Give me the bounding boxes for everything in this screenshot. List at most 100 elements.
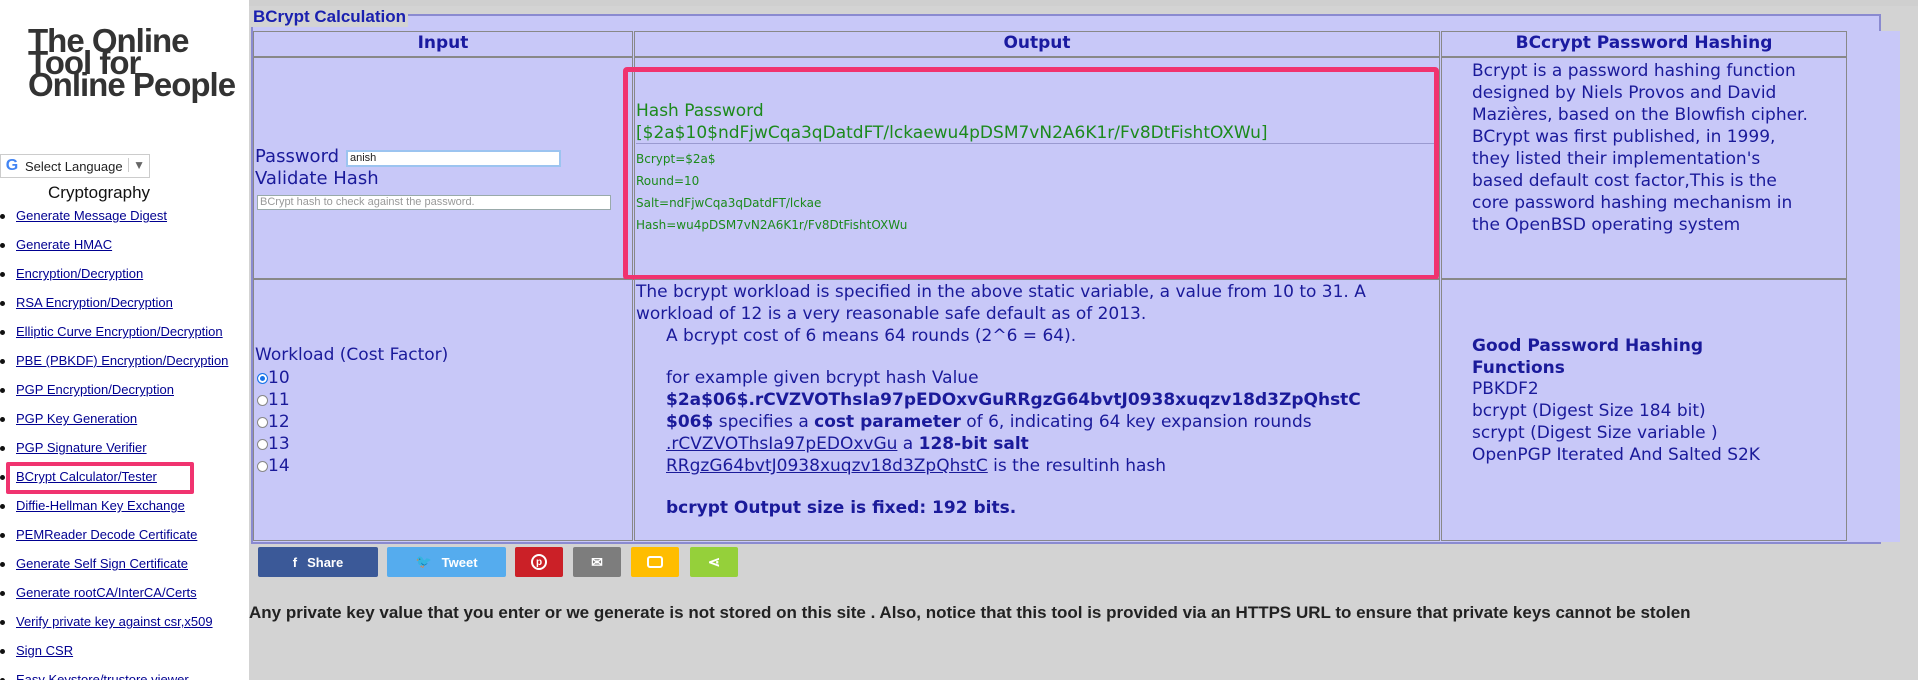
output-header: Output [634, 31, 1440, 57]
bullet-icon [0, 620, 5, 625]
pinterest-icon: p [531, 554, 547, 570]
pinterest-share-button[interactable]: p [515, 547, 563, 577]
sidebar-link[interactable]: Elliptic Curve Encryption/Decryption [16, 324, 223, 339]
sidebar-link[interactable]: BCrypt Calculator/Tester [16, 469, 157, 484]
radio-14[interactable] [257, 461, 268, 472]
bullet-icon [0, 649, 5, 654]
facebook-share-button[interactable]: f Share [258, 547, 378, 577]
right-spacer [1848, 31, 1900, 542]
password-input[interactable]: anish [346, 150, 561, 167]
input-header: Input [253, 31, 633, 57]
bullet-icon [0, 243, 5, 248]
sidebar-link[interactable]: Generate HMAC [16, 237, 112, 252]
example-cost-line: $06$ specifies a cost parameter of 6, in… [666, 412, 1312, 432]
result-text: is the resultinh hash [987, 456, 1167, 476]
sms-share-button[interactable] [631, 547, 679, 577]
sidebar-link[interactable]: PBE (PBKDF) Encryption/Decryption [16, 353, 228, 368]
option-label: 10 [268, 368, 290, 388]
salt-link[interactable]: .rCVZVOThsIa97pEDOxvGu [666, 434, 897, 454]
sidebar: The Online Tool for Online People G Sele… [0, 0, 249, 680]
output-cell-workload: The bcrypt workload is specified in the … [634, 279, 1440, 541]
example-hash: $2a$06$.rCVZVOThsIa97pEDOxvGuRRgzG64bvtJ… [666, 390, 1361, 410]
sms-icon [647, 556, 663, 568]
bullet-icon [0, 533, 5, 538]
bullet-icon [0, 388, 5, 393]
function-item: PBKDF2 [1472, 379, 1539, 399]
disclaimer-text: Any private key value that you enter or … [249, 603, 1691, 622]
bullet-icon [0, 301, 5, 306]
sidebar-link[interactable]: PGP Encryption/Decryption [16, 382, 174, 397]
sidebar-link[interactable]: Generate Self Sign Certificate [16, 556, 188, 571]
example-intro: for example given bcrypt hash Value [666, 368, 979, 388]
sidebar-link[interactable]: PGP Key Generation [16, 411, 137, 426]
sidebar-link[interactable]: Diffie-Hellman Key Exchange [16, 498, 185, 513]
sidebar-link[interactable]: Easy Keystore/trustore viewer [16, 672, 189, 680]
sidebar-link[interactable]: Sign CSR [16, 643, 73, 658]
cost-parameter-label: cost parameter [814, 412, 961, 432]
info-cell-functions: Good Password Hashing Functions PBKDF2 b… [1441, 279, 1847, 541]
facebook-share-label: Share [307, 554, 344, 570]
info-cell-description: Bcrypt is a password hashing function de… [1441, 57, 1847, 279]
facebook-icon: f [292, 554, 298, 570]
top-bar [249, 0, 1918, 6]
radio-13[interactable] [257, 439, 268, 450]
share-icon: ⋖ [707, 554, 721, 571]
workload-label: Workload (Cost Factor) [255, 345, 449, 365]
sharethis-share-button[interactable]: ⋖ [690, 547, 738, 577]
validate-hash-input[interactable]: BCrypt hash to check against the passwor… [257, 195, 611, 210]
radio-10[interactable] [257, 373, 268, 384]
site-logo[interactable]: The Online Tool for Online People [28, 24, 238, 101]
salt-label: 128-bit salt [918, 434, 1029, 454]
category-title: Cryptography [48, 183, 151, 202]
fieldset-legend: BCrypt Calculation [251, 7, 409, 27]
sidebar-link[interactable]: PEMReader Decode Certificate [16, 527, 197, 542]
option-label: 13 [268, 434, 290, 454]
bullet-icon [0, 475, 5, 480]
bullet-icon [0, 214, 5, 219]
sidebar-link[interactable]: Generate Message Digest [16, 208, 167, 223]
language-selector[interactable]: G Select Language ▼ [0, 154, 150, 178]
good-functions-title: Good Password Hashing Functions [1472, 336, 1703, 378]
result-link[interactable]: RRgzG64bvtJ0938xuqzv18d3ZpQhstC [666, 456, 988, 476]
option-label: 12 [268, 412, 290, 432]
cost-prefix: $06$ [666, 412, 714, 432]
option-label: 14 [268, 456, 290, 476]
bullet-icon [0, 446, 5, 451]
bullet-icon [0, 417, 5, 422]
bullet-icon [0, 330, 5, 335]
email-share-button[interactable]: ✉ [573, 547, 621, 577]
sidebar-link[interactable]: RSA Encryption/Decryption [16, 295, 173, 310]
bullet-icon [0, 504, 5, 509]
sidebar-link[interactable]: Verify private key against csr,x509 [16, 614, 213, 629]
chevron-down-icon: ▼ [128, 158, 145, 172]
output-size: bcrypt Output size is fixed: 192 bits. [666, 498, 1017, 518]
email-icon: ✉ [591, 553, 603, 570]
sidebar-link[interactable]: Encryption/Decryption [16, 266, 143, 281]
twitter-icon: 🐦 [415, 554, 432, 569]
function-item: bcrypt (Digest Size 184 bit) [1472, 401, 1706, 421]
salt-a-text: a [897, 434, 919, 454]
sidebar-link[interactable]: Generate rootCA/InterCA/Certs [16, 585, 197, 600]
sidebar-link[interactable]: PGP Signature Verifier [16, 440, 147, 455]
bullet-icon [0, 359, 5, 364]
input-cell-workload: Workload (Cost Factor) 10 11 12 13 14 [253, 279, 633, 541]
cost-desc: A bcrypt cost of 6 means 64 rounds (2^6 … [666, 326, 1077, 346]
rounds-text: of 6, indicating 64 key expansion rounds [960, 412, 1312, 432]
twitter-share-button[interactable]: 🐦 Tweet [387, 547, 506, 577]
option-label: 11 [268, 390, 290, 410]
bullet-icon [0, 272, 5, 277]
specifies-text: specifies a [713, 412, 815, 432]
example-salt-line: .rCVZVOThsIa97pEDOxvGu a 128-bit salt [666, 434, 1029, 454]
input-cell-password: Password anish Validate Hash BCrypt hash… [253, 57, 633, 279]
password-label: Password [255, 146, 340, 167]
bcrypt-description: Bcrypt is a password hashing function de… [1472, 61, 1808, 235]
radio-12[interactable] [257, 417, 268, 428]
function-item: scrypt (Digest Size variable ) [1472, 423, 1718, 443]
example-result-line: RRgzG64bvtJ0938xuqzv18d3ZpQhstC is the r… [666, 456, 1166, 476]
info-header: BCcrypt Password Hashing [1441, 31, 1847, 57]
validate-hash-label: Validate Hash [255, 168, 379, 189]
radio-11[interactable] [257, 395, 268, 406]
language-label: Select Language [25, 158, 123, 174]
function-item: OpenPGP Iterated And Salted S2K [1472, 445, 1760, 465]
twitter-share-label: Tweet [441, 554, 478, 570]
